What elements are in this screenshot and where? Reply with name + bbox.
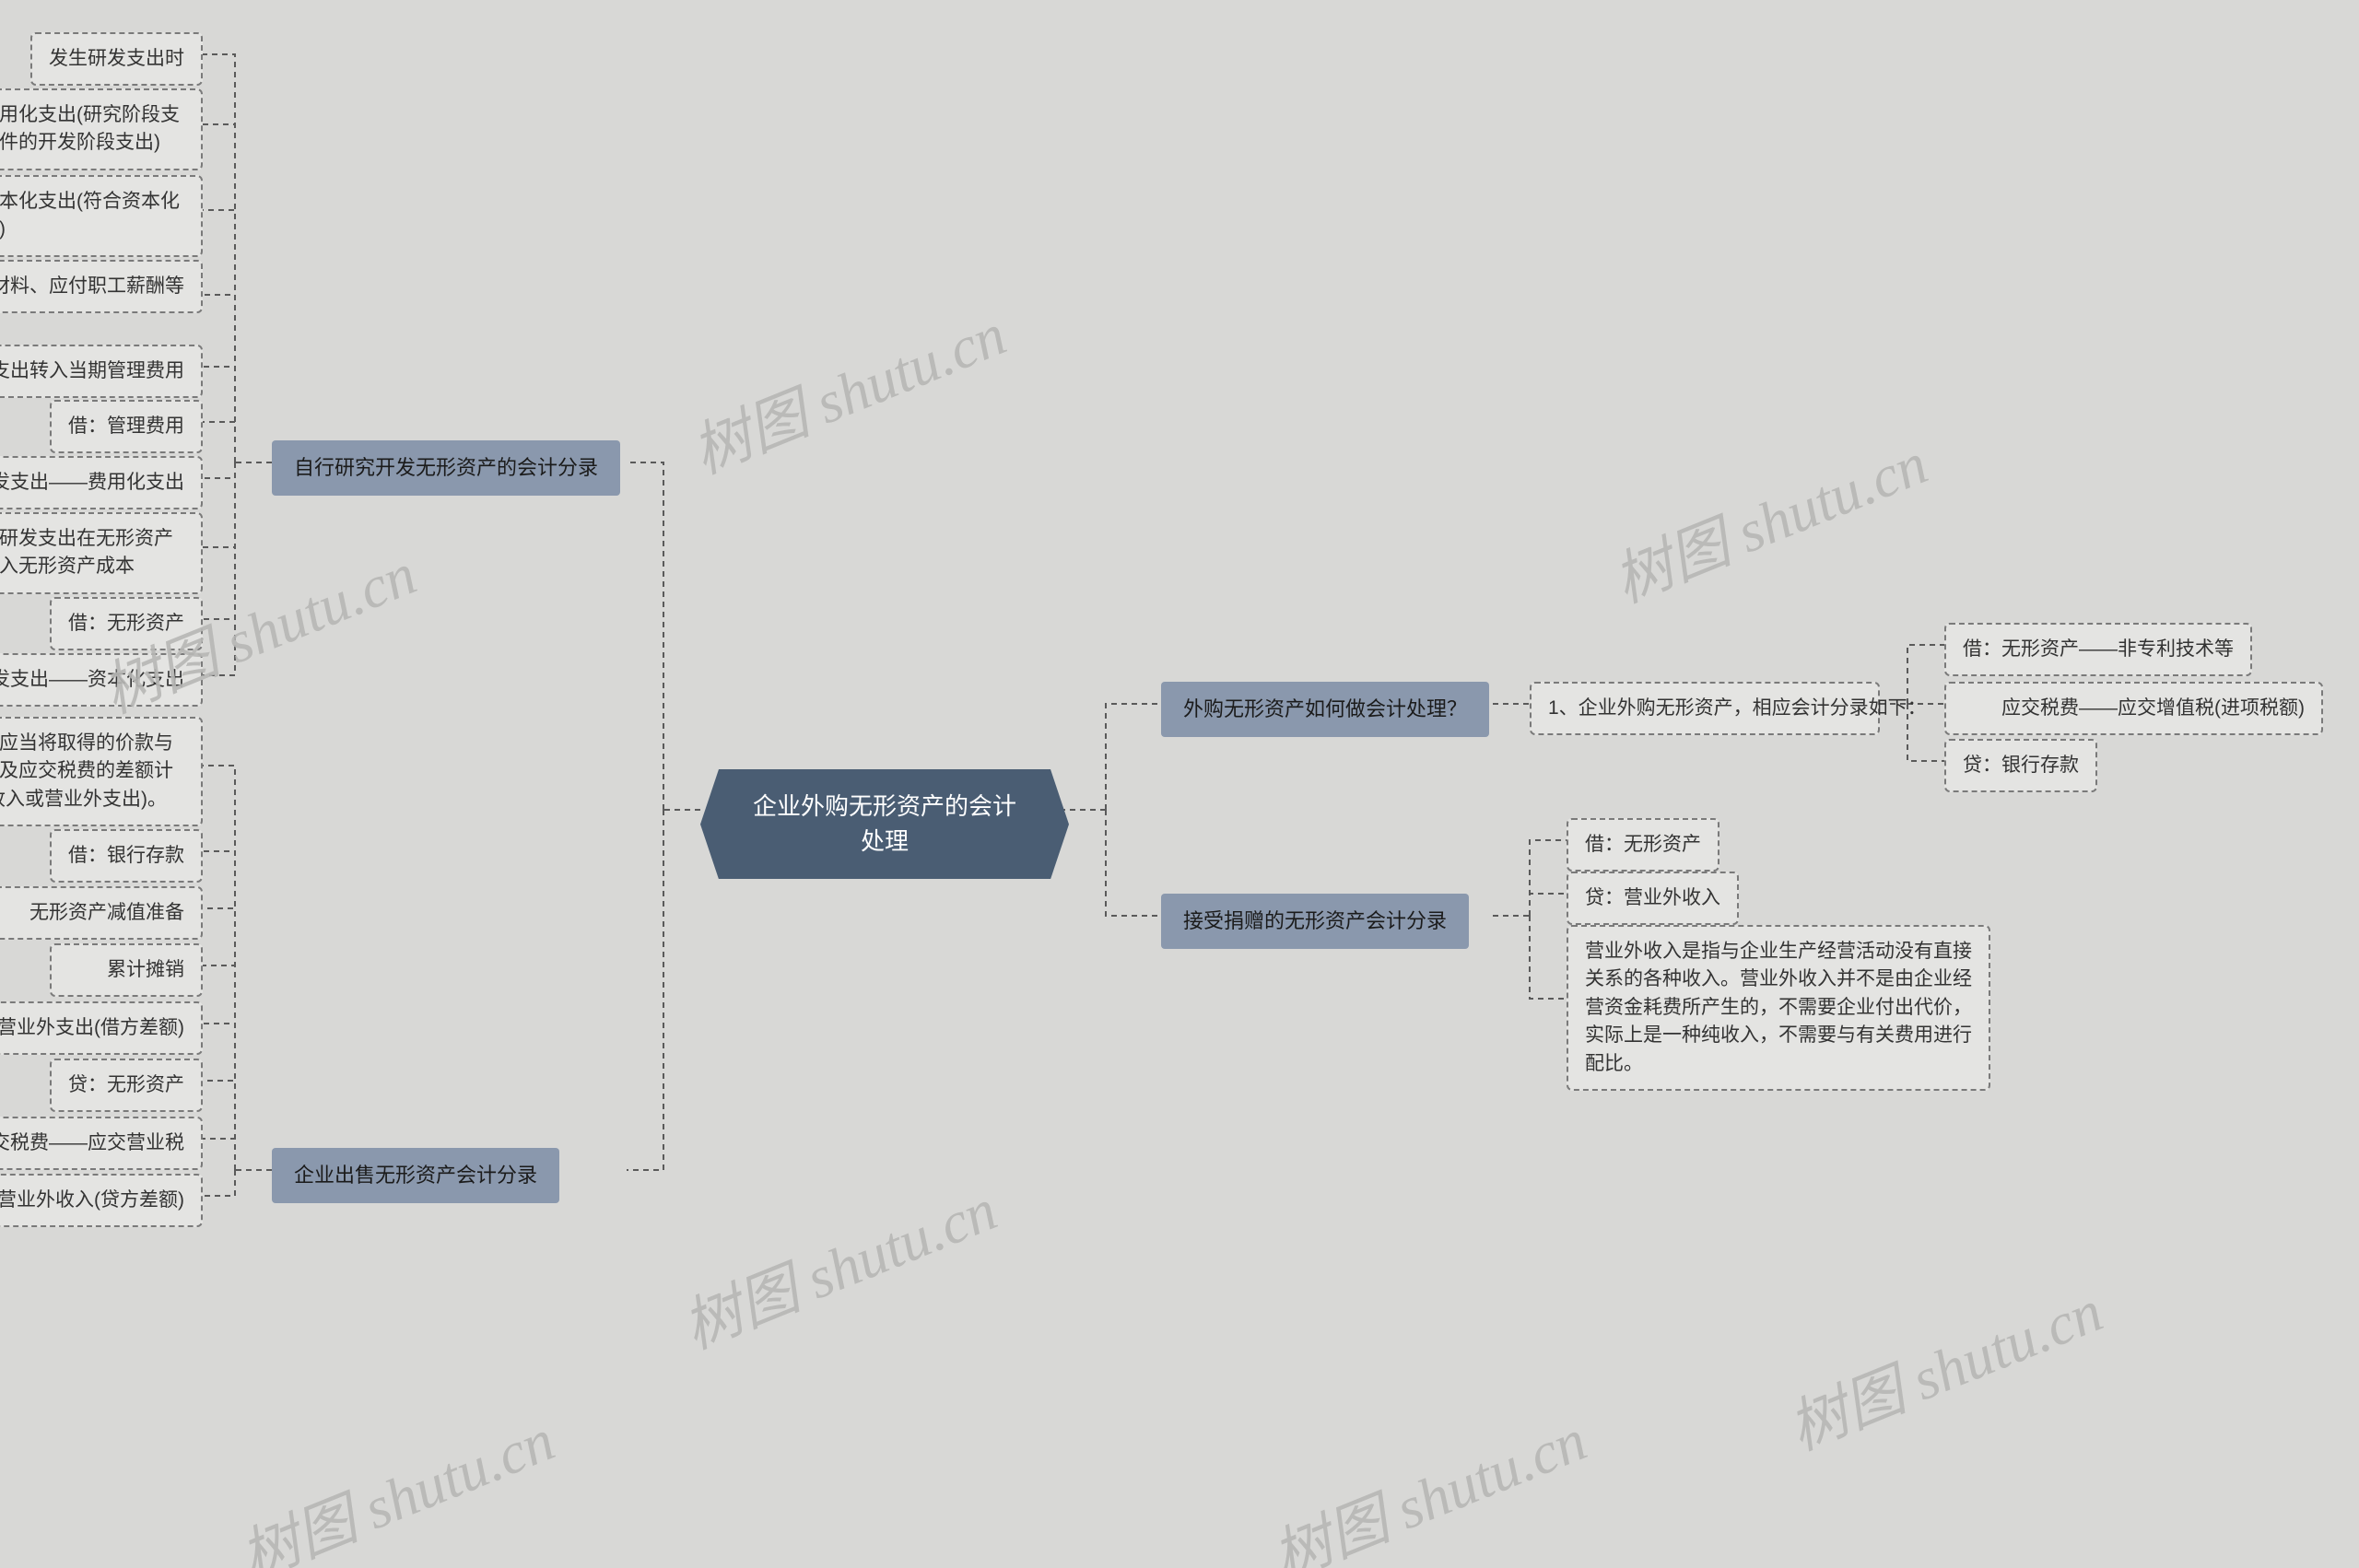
watermark: 树图 shutu.cn bbox=[1600, 416, 1938, 619]
watermark: 树图 shutu.cn bbox=[1259, 1393, 1597, 1568]
leaf-lt-4: 期末，将费用化的研发支出转入当期管理费用 bbox=[0, 345, 203, 398]
branch-purchase[interactable]: 外购无形资产如何做会计处理？ bbox=[1161, 682, 1489, 737]
leaf-lt-2: 研发支出——资本化支出(符合资本化条件的开发阶段支出) bbox=[0, 175, 203, 257]
leaf-lt-1: 借：研发支出——费用化支出(研究阶段支出和不符合资本化条件的开发阶段支出) bbox=[0, 88, 203, 170]
leaf-lt-0: 发生研发支出时 bbox=[30, 32, 203, 86]
branch-donation[interactable]: 接受捐赠的无形资产会计分录 bbox=[1161, 894, 1469, 949]
watermark: 树图 shutu.cn bbox=[678, 287, 1016, 490]
leaf-lt-3: 贷：银行存款、原材料、应付职工薪酬等 bbox=[0, 260, 203, 313]
branch-self-develop[interactable]: 自行研究开发无形资产的会计分录 bbox=[272, 440, 620, 496]
leaf-lt-5: 借：管理费用 bbox=[50, 400, 203, 453]
leaf-lb-1: 借：银行存款 bbox=[50, 829, 203, 883]
branch-sell[interactable]: 企业出售无形资产会计分录 bbox=[272, 1148, 559, 1203]
leaf-r1-intro: 1、企业外购无形资产，相应会计分录如下： bbox=[1530, 682, 1880, 735]
leaf-r2-1: 贷：营业外收入 bbox=[1567, 872, 1739, 925]
watermark: 树图 shutu.cn bbox=[1775, 1264, 2113, 1467]
mindmap-canvas: { "watermark": "树图 shutu.cn", "root": { … bbox=[0, 0, 2359, 1568]
watermark: 树图 shutu.cn bbox=[669, 1163, 1007, 1365]
leaf-r1-1: 应交税费——应交增值税(进项税额) bbox=[1944, 682, 2323, 735]
leaf-lt-8: 借：无形资产 bbox=[50, 597, 203, 650]
leaf-r1-0: 借：无形资产——非专利技术等 bbox=[1944, 623, 2252, 676]
leaf-r2-0: 借：无形资产 bbox=[1567, 818, 1719, 872]
leaf-lb-2: 无形资产减值准备 bbox=[0, 886, 203, 940]
leaf-r1-2: 贷：银行存款 bbox=[1944, 739, 2097, 792]
leaf-lb-7: 营业外收入(贷方差额) bbox=[0, 1174, 203, 1227]
leaf-lt-7: 将符合资本化条件的研发支出在无形资产达到可使用状态时转入无形资产成本 bbox=[0, 512, 203, 594]
leaf-lt-9: 贷：研发支出——资本化支出 bbox=[0, 653, 203, 707]
watermark: 树图 shutu.cn bbox=[227, 1393, 565, 1568]
leaf-lb-5: 贷：无形资产 bbox=[50, 1059, 203, 1112]
leaf-lb-6: 应交税费——应交营业税 bbox=[0, 1117, 203, 1170]
leaf-lb-0: 企业出售无形资产，应当将取得的价款与该无形资产账面价值及应交税费的差额计入当期损… bbox=[0, 717, 203, 826]
leaf-lt-6: 贷：研发支出——费用化支出 bbox=[0, 456, 203, 509]
leaf-lb-4: 营业外支出(借方差额) bbox=[0, 1001, 203, 1055]
leaf-r2-2: 营业外收入是指与企业生产经营活动没有直接关系的各种收入。营业外收入并不是由企业经… bbox=[1567, 925, 1990, 1091]
root-node[interactable]: 企业外购无形资产的会计 处理 bbox=[700, 769, 1069, 879]
leaf-lb-3: 累计摊销 bbox=[50, 943, 203, 997]
